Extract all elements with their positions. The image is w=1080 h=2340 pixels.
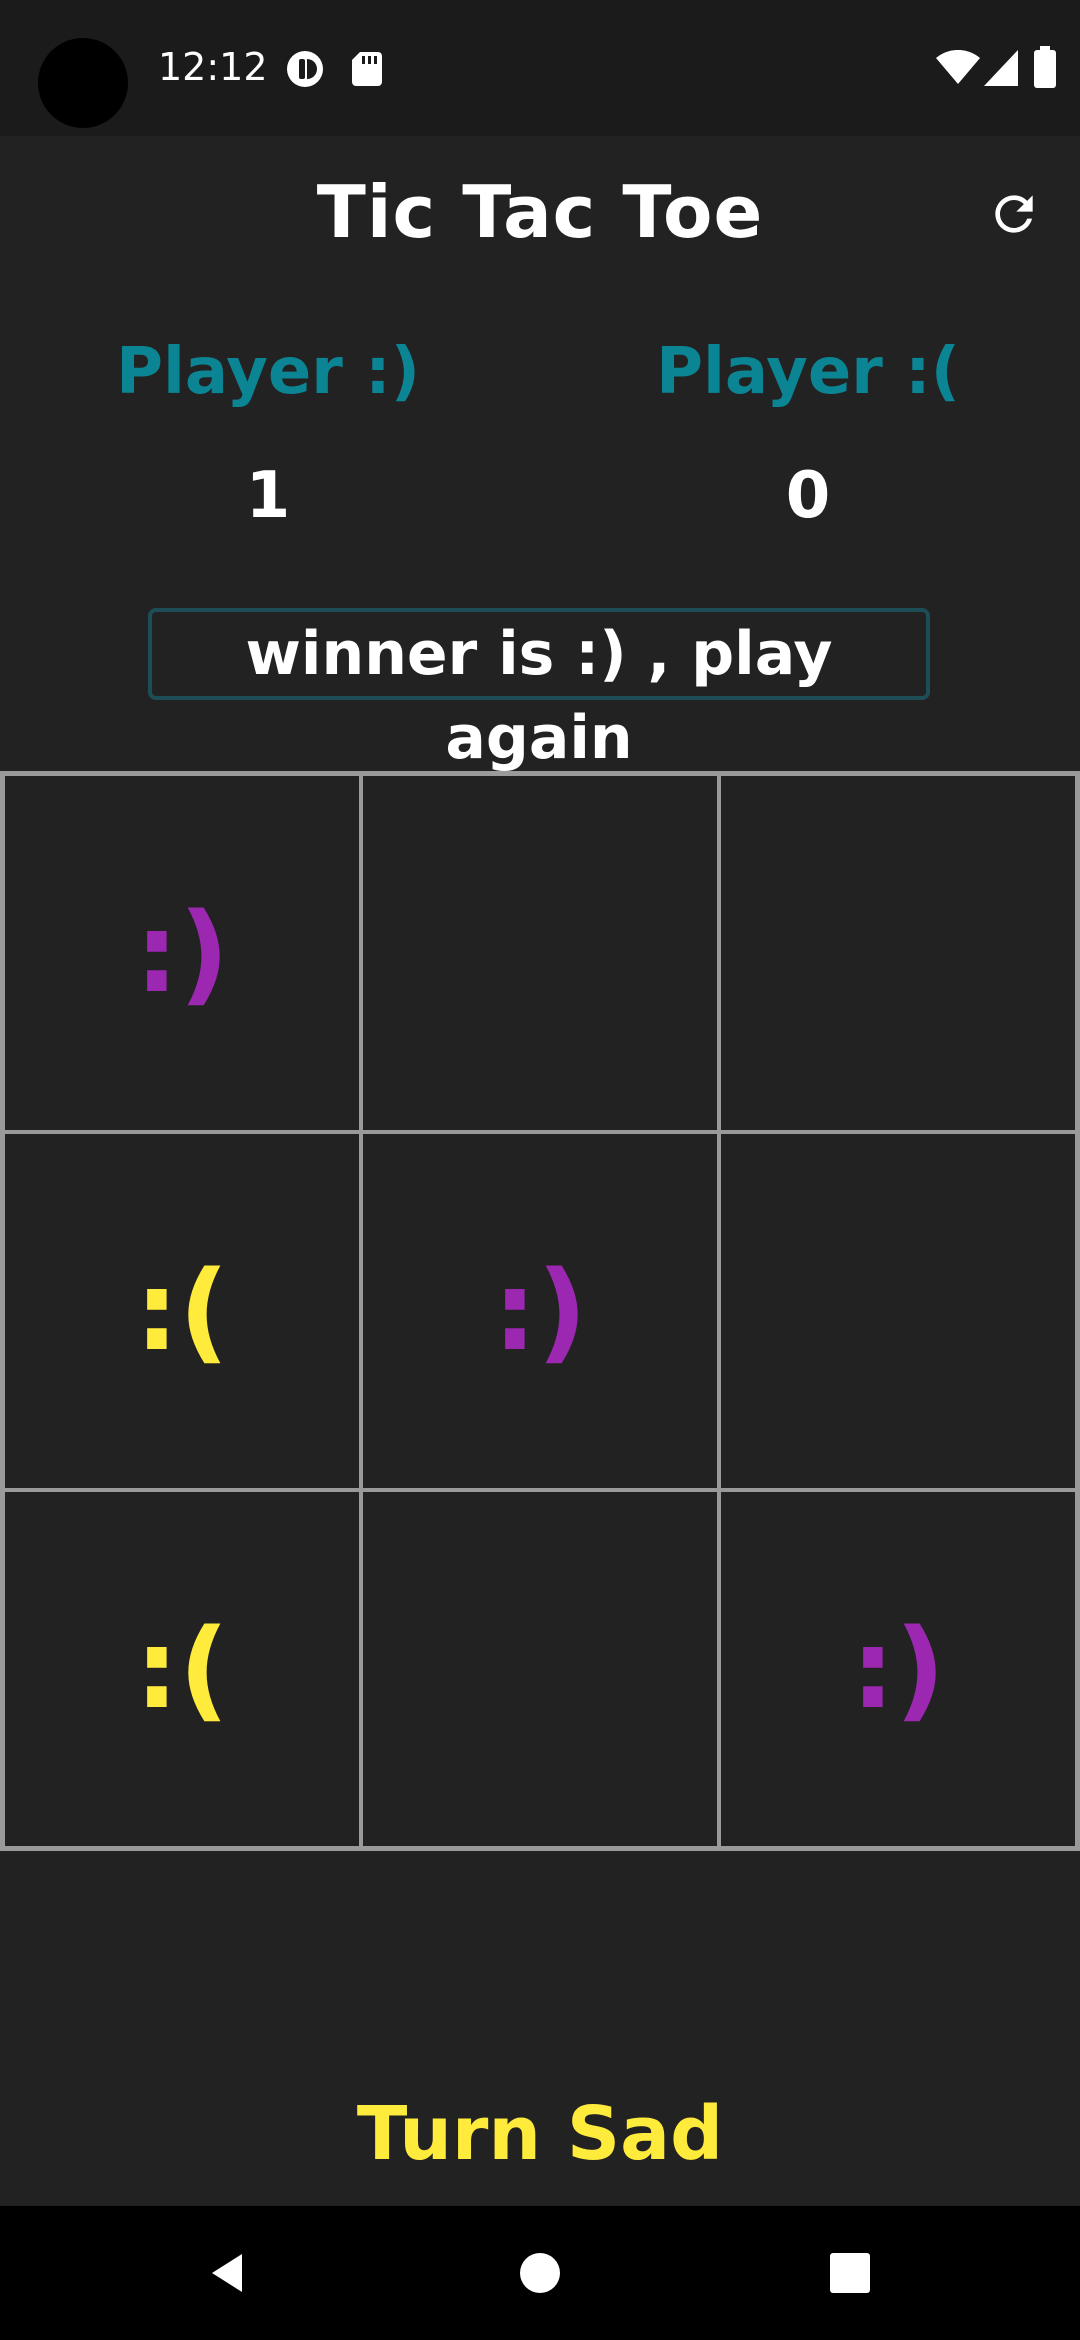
board-cell-3[interactable] [719,774,1077,1132]
player-sad-score: 0 [785,459,831,533]
board-cell-4[interactable]: :( [3,1132,361,1490]
player-happy-label: Player :) [116,335,420,409]
status-time: 12:12 [158,45,268,89]
camera-cutout [38,38,128,128]
board-cell-1[interactable]: :) [3,774,361,1132]
board-cell-8[interactable] [361,1490,719,1848]
player-sad-label: Player :( [656,335,960,409]
notification-app-icon [287,51,323,87]
board-cell-9[interactable]: :) [719,1490,1077,1848]
winner-message[interactable]: winner is :) , play again [148,608,930,773]
navigation-bar [0,2206,1080,2340]
board-cell-2[interactable] [361,774,719,1132]
sd-card-icon [352,52,382,86]
turn-indicator: Turn Sad [356,2091,724,2177]
refresh-icon[interactable] [986,186,1042,242]
battery-icon [1034,46,1056,88]
recents-square-icon[interactable] [780,2206,920,2340]
back-triangle-icon[interactable] [156,2206,296,2340]
app-title: Tic Tac Toe [316,170,764,254]
board-cell-7[interactable]: :( [3,1490,361,1848]
home-circle-icon[interactable] [470,2206,610,2340]
board-cell-6[interactable] [719,1132,1077,1490]
wifi-icon [936,50,980,84]
status-bar: 12:12 [0,0,1080,136]
cell-signal-icon [984,50,1018,86]
game-board: :) :( :) :( :) [0,771,1080,1851]
board-cell-5[interactable]: :) [361,1132,719,1490]
player-happy-score: 1 [245,459,291,533]
